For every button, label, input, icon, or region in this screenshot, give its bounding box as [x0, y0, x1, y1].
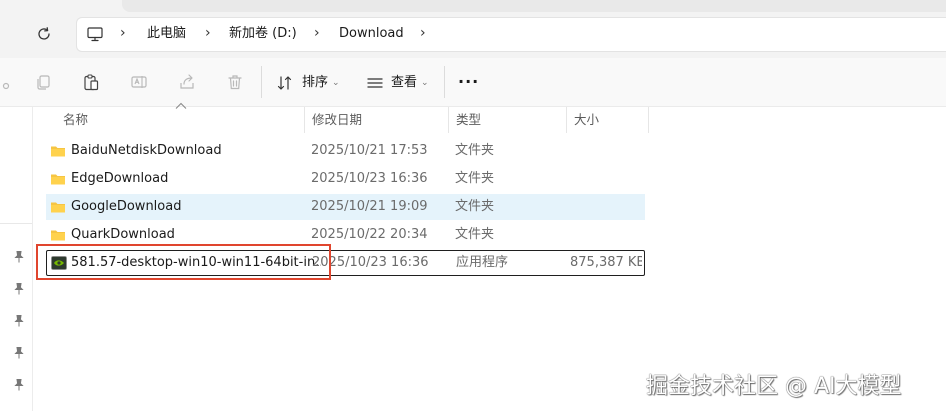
copy-icon [37, 75, 50, 90]
file-size [569, 222, 641, 248]
share-button[interactable] [175, 70, 199, 94]
file-type: 文件夹 [455, 199, 495, 214]
copy-button[interactable] [31, 70, 55, 94]
rename-icon [131, 76, 147, 88]
breadcrumb-drive-d[interactable]: 新加卷 (D:) [229, 17, 297, 50]
file-type: 文件夹 [455, 143, 495, 158]
file-type: 文件夹 [455, 227, 495, 242]
file-date: 2025/10/23 16:36 [311, 171, 428, 186]
file-row[interactable]: EdgeDownload 2025/10/23 16:36 文件夹 [46, 166, 645, 192]
file-type: 文件夹 [455, 171, 495, 186]
file-date: 2025/10/21 17:53 [311, 143, 428, 158]
column-divider[interactable] [648, 107, 649, 133]
sort-icon [277, 76, 292, 90]
folder-icon [51, 174, 65, 185]
chevron-down-icon: ⌄ [421, 78, 429, 88]
paste-button[interactable] [79, 70, 103, 94]
breadcrumb-this-pc[interactable]: 此电脑 [147, 17, 186, 50]
view-button[interactable]: 查看 ⌄ [366, 71, 446, 95]
file-date: 2025/10/23 16:36 [312, 255, 429, 270]
share-icon [180, 74, 194, 89]
pin-icon[interactable] [12, 314, 26, 328]
file-name: BaiduNetdiskDownload [71, 143, 222, 158]
pin-icon[interactable] [12, 282, 26, 296]
sort-button[interactable]: 排序 ⌄ [276, 71, 356, 95]
file-type: 应用程序 [456, 255, 509, 270]
pin-icon[interactable] [12, 378, 26, 392]
file-row[interactable]: GoogleDownload 2025/10/21 19:09 文件夹 [46, 194, 645, 220]
breadcrumb-chevron-icon[interactable]: › [314, 17, 320, 50]
refresh-button[interactable] [32, 22, 56, 46]
breadcrumb-chevron-icon[interactable]: › [120, 17, 126, 50]
file-date: 2025/10/21 19:09 [311, 199, 428, 214]
file-size [569, 166, 641, 192]
pin-icon[interactable] [12, 250, 26, 264]
column-header-date[interactable]: 修改日期 [304, 107, 448, 133]
window-tab-area [122, 0, 946, 12]
folder-icon [51, 146, 65, 157]
cut-icon [2, 82, 10, 90]
file-size [569, 138, 641, 164]
folder-icon [51, 230, 65, 241]
column-header-size[interactable]: 大小 [566, 107, 648, 133]
highlight-annotation-box [36, 244, 331, 280]
paste-icon [84, 74, 99, 91]
file-name: GoogleDownload [71, 199, 182, 214]
more-options-button[interactable]: ··· [458, 70, 479, 94]
file-date: 2025/10/22 20:34 [311, 227, 428, 242]
view-list-icon [367, 78, 383, 88]
toolbar-separator [444, 66, 445, 98]
toolbar-separator [261, 66, 262, 98]
breadcrumb-chevron-icon[interactable]: › [420, 17, 426, 50]
pin-icon[interactable] [12, 346, 26, 360]
file-name: EdgeDownload [71, 171, 169, 186]
file-size [569, 194, 641, 220]
column-header-name[interactable]: 名称 [55, 107, 304, 133]
column-header-type[interactable]: 类型 [448, 107, 566, 133]
refresh-icon [38, 27, 50, 40]
trash-icon [228, 75, 242, 90]
delete-button[interactable] [223, 70, 247, 94]
this-pc-icon[interactable] [86, 25, 104, 43]
breadcrumb-chevron-icon[interactable]: › [205, 17, 211, 50]
file-size: 875,387 KB [570, 255, 642, 270]
nav-divider [0, 223, 32, 224]
view-label: 查看 [391, 75, 418, 90]
rename-button[interactable] [127, 70, 151, 94]
breadcrumb-download[interactable]: Download [339, 17, 404, 50]
cut-button[interactable] [0, 70, 18, 94]
sort-label: 排序 [302, 75, 329, 90]
chevron-down-icon: ⌄ [332, 78, 340, 88]
file-row[interactable]: BaiduNetdiskDownload 2025/10/21 17:53 文件… [46, 138, 645, 164]
watermark-text: 掘金技术社区 @ AI大模型 [646, 374, 902, 399]
folder-icon [51, 202, 65, 213]
